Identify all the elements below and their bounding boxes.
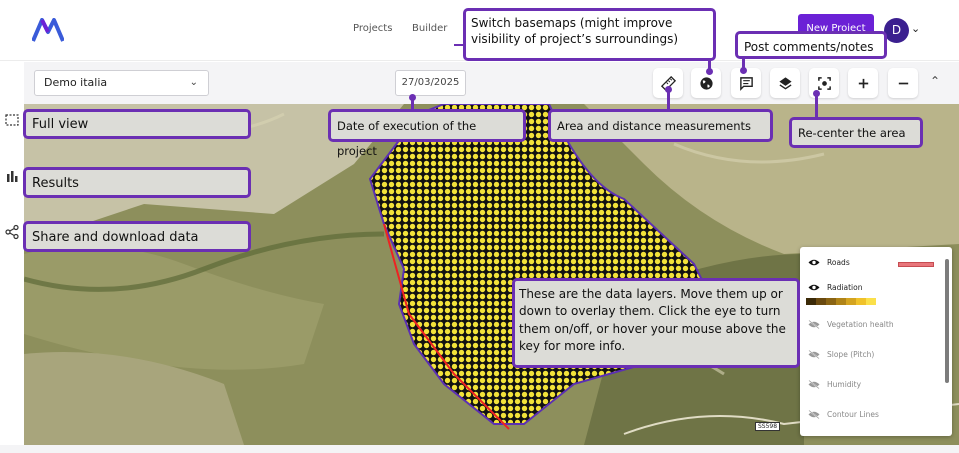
left-rail bbox=[0, 62, 24, 445]
callout-full-view: Full view bbox=[23, 109, 251, 139]
nav-link-builder[interactable]: Builder bbox=[412, 23, 447, 34]
layers-legend[interactable]: Roads Radiation Vegetation health Slope … bbox=[800, 247, 952, 436]
comment-icon bbox=[739, 76, 753, 91]
legend-layer-label: Humidity bbox=[827, 380, 862, 389]
date-field[interactable]: 27/03/2025 bbox=[395, 70, 466, 96]
radiation-scale-step bbox=[846, 298, 856, 305]
zoom-in-button[interactable] bbox=[848, 68, 878, 98]
zoom-out-icon bbox=[898, 82, 908, 84]
project-select[interactable]: Demo italia ⌄ bbox=[34, 70, 209, 96]
callout-marker bbox=[740, 67, 747, 74]
radiation-scale-step bbox=[866, 298, 876, 305]
legend-layer-label: Roads bbox=[827, 258, 850, 267]
app-logo[interactable] bbox=[32, 18, 64, 42]
bottom-strip bbox=[0, 445, 959, 453]
callout-comments: Post comments/notes bbox=[735, 31, 887, 59]
callout-marker bbox=[409, 94, 416, 101]
eye-off-icon[interactable] bbox=[808, 350, 820, 359]
results-icon[interactable] bbox=[4, 168, 20, 184]
chevron-up-icon[interactable]: ⌃ bbox=[930, 74, 940, 88]
roads-swatch bbox=[898, 262, 934, 267]
chevron-down-icon[interactable]: ⌄ bbox=[911, 22, 920, 35]
callout-marker bbox=[813, 90, 820, 97]
legend-layer-label: Radiation bbox=[827, 283, 863, 292]
legend-layer-radiation[interactable]: Radiation bbox=[808, 283, 862, 292]
legend-layer-humidity[interactable]: Humidity bbox=[808, 380, 861, 389]
callout-date-execution: Date of execution of the project bbox=[328, 109, 526, 158]
eye-off-icon[interactable] bbox=[808, 320, 820, 329]
radiation-scale-step bbox=[836, 298, 846, 305]
callout-data-layers: These are the data layers. Move them up … bbox=[512, 278, 800, 368]
radiation-scale-step bbox=[816, 298, 826, 305]
nav-link-projects[interactable]: Projects bbox=[353, 23, 392, 34]
zoom-out-button[interactable] bbox=[888, 68, 918, 98]
layers-icon bbox=[778, 76, 792, 90]
radiation-scale-step bbox=[856, 298, 866, 305]
eye-off-icon[interactable] bbox=[808, 380, 820, 389]
legend-layer-label: Contour Lines bbox=[827, 410, 879, 419]
legend-scrollbar[interactable] bbox=[945, 259, 949, 383]
recenter-icon bbox=[817, 76, 831, 90]
radiation-scale-step bbox=[826, 298, 836, 305]
zoom-in-icon bbox=[858, 78, 868, 88]
project-select-value: Demo italia bbox=[44, 76, 108, 89]
callout-recenter: Re-center the area bbox=[789, 117, 923, 148]
radiation-color-scale bbox=[806, 298, 876, 305]
legend-layer-slope[interactable]: Slope (Pitch) bbox=[808, 350, 874, 359]
callout-marker bbox=[665, 86, 672, 93]
radiation-scale-step bbox=[806, 298, 816, 305]
eye-off-icon[interactable] bbox=[808, 410, 820, 419]
share-icon[interactable] bbox=[4, 224, 20, 240]
legend-layer-vegetation-health[interactable]: Vegetation health bbox=[808, 320, 894, 329]
legend-layer-contour-lines[interactable]: Contour Lines bbox=[808, 410, 879, 419]
globe-icon bbox=[699, 76, 713, 90]
road-sign: SS598 bbox=[755, 422, 781, 431]
callout-measurements: Area and distance measurements bbox=[548, 109, 773, 142]
eye-icon[interactable] bbox=[808, 258, 820, 267]
eye-icon[interactable] bbox=[808, 283, 820, 292]
legend-layer-roads[interactable]: Roads bbox=[808, 258, 850, 267]
layers-button[interactable] bbox=[770, 68, 800, 98]
callout-share: Share and download data bbox=[23, 221, 251, 252]
legend-layer-label: Slope (Pitch) bbox=[827, 350, 875, 359]
full-view-icon[interactable] bbox=[4, 112, 20, 128]
chevron-down-icon: ⌄ bbox=[189, 77, 198, 88]
legend-layer-label: Vegetation health bbox=[827, 320, 894, 329]
avatar[interactable]: D bbox=[884, 18, 909, 43]
callout-basemaps: Switch basemaps (might improve visibilit… bbox=[463, 8, 716, 61]
callout-results: Results bbox=[23, 167, 251, 198]
callout-marker bbox=[706, 68, 713, 75]
